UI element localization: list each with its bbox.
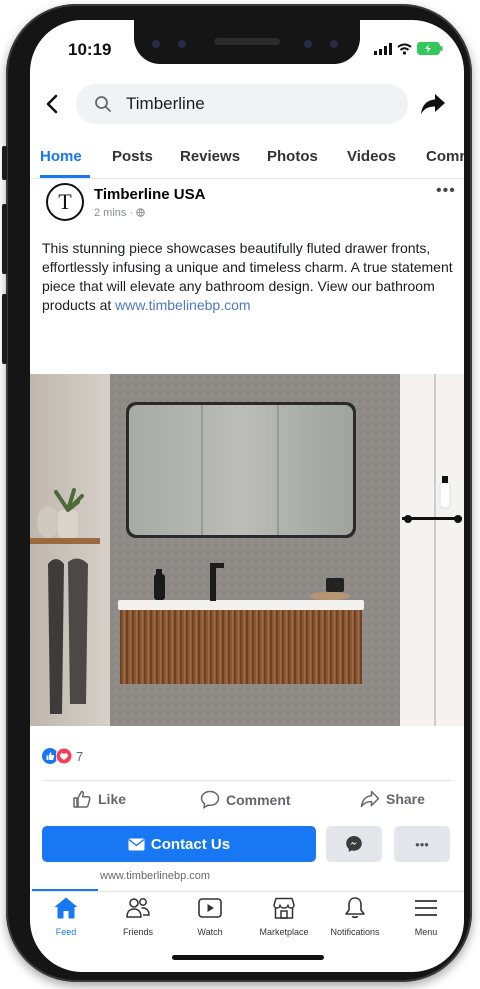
search-query[interactable]: Timberline: [126, 94, 205, 114]
contact-us-label: Contact Us: [150, 835, 231, 853]
tab-videos[interactable]: Videos: [347, 148, 396, 165]
nav-notifications-label: Notifications: [330, 927, 380, 937]
hamburger-menu-icon: [415, 900, 437, 916]
nav-menu[interactable]: Menu: [386, 896, 464, 937]
signal-icon: [374, 43, 392, 55]
volume-up-button: [2, 204, 7, 274]
contact-us-button[interactable]: Contact Us: [42, 826, 316, 862]
post-photo[interactable]: [30, 374, 464, 726]
messenger-icon: [346, 836, 362, 852]
more-actions-icon: •••: [415, 836, 429, 852]
phone-frame: 10:19 Timberline Home Posts Reviews Phot…: [2, 4, 472, 982]
nav-feed[interactable]: Feed: [30, 896, 106, 937]
messenger-button[interactable]: [326, 826, 382, 862]
back-arrow-icon[interactable]: [44, 94, 60, 114]
friends-icon: [126, 898, 150, 918]
nav-watch[interactable]: Watch: [170, 896, 250, 937]
post-actions: Like Comment Share: [30, 790, 464, 820]
comment-label: Comment: [226, 791, 291, 808]
comment-button[interactable]: Comment: [200, 790, 291, 809]
status-icons: [374, 42, 443, 55]
like-label: Like: [98, 791, 127, 807]
reaction-summary[interactable]: 7: [42, 748, 83, 764]
page-name[interactable]: Timberline USA: [94, 186, 205, 203]
reaction-count: 7: [76, 748, 84, 764]
nav-watch-label: Watch: [197, 927, 223, 937]
mute-switch: [2, 146, 7, 180]
volume-down-button: [2, 294, 7, 364]
share-button[interactable]: Share: [360, 790, 425, 808]
marketplace-icon: [273, 897, 295, 919]
share-label: Share: [386, 791, 425, 807]
battery-charging-icon: [417, 42, 443, 55]
love-reaction-icon: [56, 748, 72, 764]
nav-notifications[interactable]: Notifications: [315, 896, 395, 937]
page-avatar[interactable]: T: [46, 183, 84, 221]
envelope-icon: [128, 838, 145, 850]
tab-community[interactable]: Comm: [426, 148, 464, 165]
nav-friends[interactable]: Friends: [98, 896, 178, 937]
screen: 10:19 Timberline Home Posts Reviews Phot…: [30, 20, 464, 972]
tab-posts[interactable]: Posts: [112, 148, 153, 165]
nav-feed-label: Feed: [55, 927, 77, 937]
bottom-nav: Feed Friends Watch Marketplace Notificat…: [30, 896, 464, 946]
comment-icon: [200, 790, 220, 809]
post-link[interactable]: www.timbelinebp.com: [115, 297, 250, 313]
share-arrow-icon[interactable]: [420, 92, 446, 116]
nav-marketplace-label: Marketplace: [259, 927, 309, 937]
status-time: 10:19: [68, 40, 112, 59]
post-text: This stunning piece showcases beautifull…: [42, 239, 456, 315]
globe-icon: [136, 208, 145, 217]
like-button[interactable]: Like: [72, 790, 126, 808]
share-icon: [360, 790, 380, 808]
tab-home[interactable]: Home: [40, 148, 82, 165]
thumbs-up-icon: [73, 790, 91, 808]
nav-marketplace[interactable]: Marketplace: [244, 896, 324, 937]
page-tabs: Home Posts Reviews Photos Videos Comm: [30, 148, 464, 182]
more-actions-button[interactable]: •••: [394, 826, 450, 862]
nav-menu-label: Menu: [414, 927, 438, 937]
tab-reviews[interactable]: Reviews: [180, 148, 240, 165]
wifi-icon: [397, 43, 412, 55]
home-icon: [54, 897, 78, 919]
nav-friends-label: Friends: [122, 927, 153, 937]
search-icon: [95, 96, 111, 112]
post-time: 2 mins ·: [94, 207, 137, 219]
notch: [134, 20, 360, 64]
more-options-icon[interactable]: •••: [436, 182, 456, 200]
bell-icon: [345, 897, 365, 919]
tab-photos[interactable]: Photos: [267, 148, 318, 165]
post-meta: 2 mins ·: [94, 207, 145, 219]
home-indicator[interactable]: [172, 955, 324, 960]
website-url[interactable]: www.timberlinebp.com: [100, 870, 210, 882]
watch-icon: [198, 898, 222, 918]
